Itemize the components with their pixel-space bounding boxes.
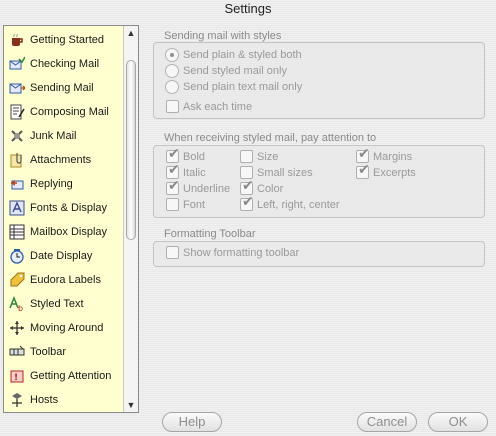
checkbox-label: Bold [183, 150, 206, 163]
scroll-up-arrow-icon[interactable]: ▲ [124, 26, 138, 40]
checkbox-label: Show formatting toolbar [183, 246, 300, 259]
svg-text:b: b [18, 304, 23, 312]
sidebar-scrollbar[interactable]: ▲ ▼ [123, 26, 138, 412]
sidebar-item-checking-mail[interactable]: Checking Mail [4, 52, 124, 76]
sidebar-item-label: Composing Mail [30, 106, 109, 118]
radio-send-plain-styled-both[interactable]: Send plain & styled both [165, 48, 302, 62]
mailbox-icon [9, 224, 25, 240]
attachment-icon [10, 153, 22, 168]
checkbox-label: Color [257, 182, 284, 195]
checkbox-alignment[interactable]: Left, right, center [240, 194, 340, 211]
checkbox-excerpts[interactable]: Excerpts [356, 162, 416, 179]
sidebar-item-getting-attention[interactable]: ! Getting Attention [4, 364, 124, 388]
hosts-icon [12, 393, 22, 407]
sidebar-item-label: Mailbox Display [30, 226, 108, 238]
sidebar-item-label: Toolbar [30, 346, 67, 358]
checkbox-show-formatting-toolbar[interactable]: Show formatting toolbar [166, 246, 299, 259]
sidebar-item-label: Eudora Labels [30, 274, 101, 286]
checkbox[interactable] [166, 246, 179, 259]
checkbox[interactable] [166, 198, 179, 211]
window-title: Settings [224, 1, 272, 16]
label-tag-icon [10, 272, 25, 287]
sidebar-item-date-display[interactable]: Date Display [4, 244, 124, 268]
fonts-icon [9, 200, 25, 216]
styled-text-icon: b [9, 296, 23, 312]
radio-button[interactable] [165, 64, 179, 78]
checkbox-ask-each-time[interactable]: Ask each time [166, 100, 252, 113]
clock-icon [10, 249, 24, 264]
sidebar-item-styled-text[interactable]: b Styled Text [4, 292, 124, 316]
checkbox-underline[interactable]: Underline [166, 178, 231, 195]
checkbox-label: Left, right, center [257, 198, 340, 211]
mail-send-icon [9, 83, 25, 94]
checkbox[interactable] [240, 150, 253, 163]
move-arrows-icon [10, 321, 24, 335]
checkbox-label: Margins [373, 150, 413, 163]
sidebar-item-label: Fonts & Display [30, 202, 108, 214]
sending-group-title: Sending mail with styles [164, 30, 282, 42]
scroll-down-arrow-icon[interactable]: ▼ [124, 398, 138, 412]
junk-mail-icon [11, 130, 23, 142]
settings-sidebar: Getting Started Checking Mail Sending Ma… [3, 25, 139, 413]
sidebar-item-hosts[interactable]: Hosts [4, 388, 124, 412]
radio-label: Send plain text mail only [183, 81, 303, 93]
compose-icon [10, 104, 25, 120]
radio-label: Send plain & styled both [183, 49, 302, 61]
formatting-group-title: Formatting Toolbar [164, 228, 256, 240]
radio-send-plain-only[interactable]: Send plain text mail only [165, 80, 302, 94]
checkbox[interactable] [166, 178, 180, 195]
sidebar-item-label: Checking Mail [30, 58, 100, 70]
radio-send-styled-only[interactable]: Send styled mail only [165, 64, 287, 78]
checkbox-size[interactable]: Size [240, 150, 278, 163]
mail-check-icon [9, 56, 25, 70]
checkbox-label: Ask each time [183, 100, 253, 113]
cancel-button[interactable]: Cancel [357, 412, 417, 432]
sidebar-item-label: Junk Mail [30, 130, 77, 142]
receiving-group-title: When receiving styled mail, pay attentio… [164, 132, 377, 144]
checkbox-label: Size [257, 150, 279, 163]
reply-icon [11, 180, 24, 190]
sidebar-item-replying[interactable]: Replying [4, 172, 124, 196]
sidebar-item-label: Styled Text [30, 298, 84, 310]
sidebar-item-attachments[interactable]: Attachments [4, 148, 124, 172]
sidebar-item-fonts-display[interactable]: Fonts & Display [4, 196, 124, 220]
alarm-icon: ! [10, 370, 24, 383]
checkbox-font[interactable]: Font [166, 198, 205, 211]
checkbox[interactable] [356, 162, 370, 179]
sidebar-item-mailbox-display[interactable]: Mailbox Display [4, 220, 124, 244]
radio-label: Send styled mail only [183, 65, 287, 77]
checkbox-label: Italic [183, 166, 206, 179]
sidebar-item-label: Hosts [30, 394, 59, 406]
svg-text:!: ! [14, 373, 18, 383]
sidebar-item-composing-mail[interactable]: Composing Mail [4, 100, 124, 124]
sidebar-item-label: Sending Mail [30, 82, 94, 94]
sidebar-item-eudora-labels[interactable]: Eudora Labels [4, 268, 124, 292]
sidebar-list: Getting Started Checking Mail Sending Ma… [4, 28, 124, 412]
checkbox-label: Small sizes [257, 166, 313, 179]
sidebar-item-label: Attachments [30, 154, 92, 166]
coffee-cup-icon [12, 33, 23, 46]
checkbox-label: Underline [183, 182, 231, 195]
sidebar-item-label: Date Display [30, 250, 93, 262]
sidebar-item-moving-around[interactable]: Moving Around [4, 316, 124, 340]
sidebar-item-label: Getting Started [30, 34, 104, 46]
sidebar-item-toolbar[interactable]: Toolbar [4, 340, 124, 364]
checkbox[interactable] [166, 100, 179, 113]
checkbox-label: Font [183, 198, 206, 211]
sidebar-item-getting-started[interactable]: Getting Started [4, 28, 124, 52]
toolbar-icon [9, 345, 25, 356]
sidebar-item-label: Replying [30, 178, 73, 190]
sidebar-item-junk-mail[interactable]: Junk Mail [4, 124, 124, 148]
scroll-thumb[interactable] [126, 60, 136, 240]
sidebar-item-label: Moving Around [30, 322, 104, 334]
radio-button[interactable] [165, 80, 179, 94]
sidebar-item-sending-mail[interactable]: Sending Mail [4, 76, 124, 100]
help-button[interactable]: Help [162, 412, 222, 432]
radio-button[interactable] [165, 48, 179, 62]
sidebar-item-label: Getting Attention [30, 370, 112, 382]
checkbox[interactable] [240, 194, 254, 211]
ok-button[interactable]: OK [428, 412, 488, 432]
checkbox-label: Excerpts [373, 166, 416, 179]
